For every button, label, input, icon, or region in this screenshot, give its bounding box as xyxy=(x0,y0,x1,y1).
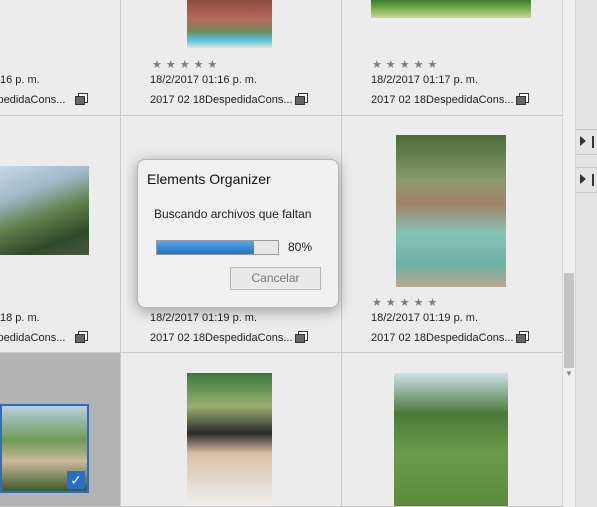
photo-thumbnail xyxy=(187,0,272,48)
photo-filename: 2017 02 18DespedidaCons... xyxy=(150,332,293,344)
photo-tile[interactable]: 16 p. m. spedidaCons... xyxy=(0,0,121,116)
right-panel xyxy=(576,0,597,507)
photo-tile[interactable] xyxy=(121,353,342,507)
photo-filename: 2017 02 18DespedidaCons... xyxy=(371,94,514,106)
photo-thumbnail: ✓ xyxy=(0,404,89,493)
photo-thumbnail xyxy=(371,0,531,18)
photo-thumbnail xyxy=(187,373,272,506)
photo-tile-selected[interactable]: ✓ xyxy=(0,353,121,507)
photo-date: 18/2/2017 01:17 p. m. xyxy=(371,74,479,86)
stack-icon[interactable] xyxy=(295,331,308,343)
rating-stars[interactable]: ★★★★★ xyxy=(152,59,221,71)
panel-expander[interactable] xyxy=(576,129,597,155)
progress-dialog: Elements Organizer Buscando archivos que… xyxy=(137,159,339,308)
photo-date: 16 p. m. xyxy=(0,74,40,86)
photo-filename: spedidaCons... xyxy=(0,332,66,344)
photo-date: 18 p. m. xyxy=(0,312,40,324)
rating-stars[interactable]: ★★★★★ xyxy=(372,59,441,71)
dialog-message: Buscando archivos que faltan xyxy=(154,207,312,221)
stack-icon[interactable] xyxy=(516,93,529,105)
panel-expander[interactable] xyxy=(576,167,597,193)
scrollbar-thumb[interactable] xyxy=(564,273,574,368)
photo-thumbnail xyxy=(0,166,89,255)
triangle-right-icon xyxy=(580,174,586,184)
photo-tile[interactable]: ★★★★★ 18/2/2017 01:17 p. m. 2017 02 18De… xyxy=(342,0,563,116)
photo-filename: 2017 02 18DespedidaCons... xyxy=(371,332,514,344)
photo-tile[interactable]: 18 p. m. spedidaCons... xyxy=(0,116,121,353)
progress-bar xyxy=(156,240,279,255)
triangle-right-icon xyxy=(580,136,586,146)
photo-filename: spedidaCons... xyxy=(0,94,66,106)
progress-fill xyxy=(157,241,254,254)
photo-filename: 2017 02 18DespedidaCons... xyxy=(150,94,293,106)
cancel-button[interactable]: Cancelar xyxy=(230,267,321,290)
stack-icon[interactable] xyxy=(516,331,529,343)
stack-icon[interactable] xyxy=(75,93,88,105)
photo-tile[interactable]: ★★★★★ 18/2/2017 01:19 p. m. 2017 02 18De… xyxy=(342,116,563,353)
photo-tile[interactable]: ★★★★★ 18/2/2017 01:16 p. m. 2017 02 18De… xyxy=(121,0,342,116)
rating-stars[interactable]: ★★★★★ xyxy=(372,297,441,309)
photo-date: 18/2/2017 01:19 p. m. xyxy=(371,312,479,324)
stack-icon[interactable] xyxy=(295,93,308,105)
photo-tile[interactable] xyxy=(342,353,563,507)
vertical-scrollbar[interactable]: ▼ xyxy=(562,0,576,507)
photo-date: 18/2/2017 01:16 p. m. xyxy=(150,74,258,86)
photo-thumbnail xyxy=(396,135,506,287)
photo-thumbnail xyxy=(394,373,508,506)
dialog-title: Elements Organizer xyxy=(147,171,271,187)
stack-icon[interactable] xyxy=(75,331,88,343)
checkmark-icon[interactable]: ✓ xyxy=(67,471,85,489)
progress-percent: 80% xyxy=(288,240,313,254)
chevron-down-icon[interactable]: ▼ xyxy=(563,369,575,378)
photo-date: 18/2/2017 01:19 p. m. xyxy=(150,312,258,324)
